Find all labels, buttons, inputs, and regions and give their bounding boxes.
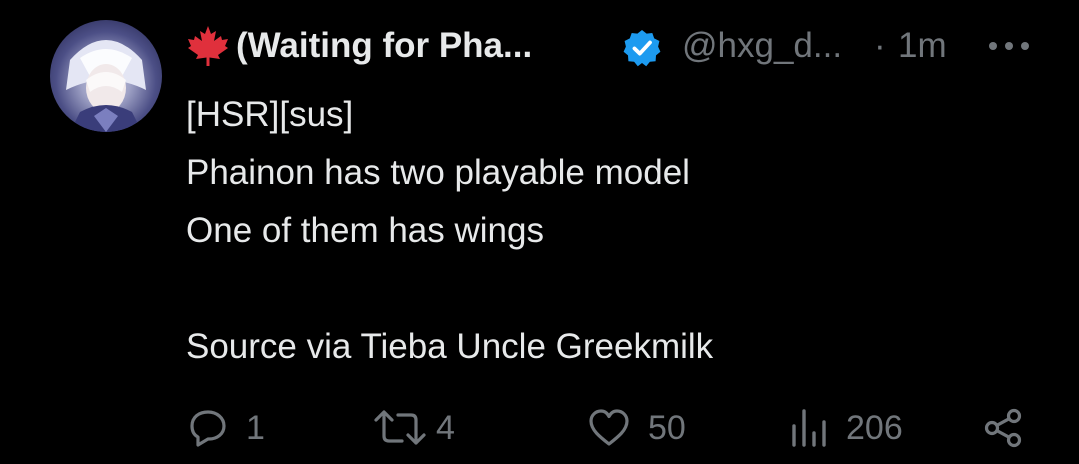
repost-icon xyxy=(374,410,426,445)
views-icon xyxy=(792,409,826,447)
tweet-text-line: Source via Tieba Uncle Greekmilk xyxy=(186,327,714,366)
tweet-actions: 1 4 50 206 xyxy=(186,400,1036,456)
avatar[interactable] xyxy=(50,20,162,132)
repost-count: 4 xyxy=(436,409,455,447)
tweet-text-line: [HSR][sus] xyxy=(186,95,354,134)
share-button[interactable] xyxy=(982,400,1030,456)
heart-icon xyxy=(589,409,629,446)
like-count: 50 xyxy=(648,409,686,447)
maple-leaf-icon xyxy=(188,26,228,66)
reply-button[interactable]: 1 xyxy=(186,400,296,456)
reply-count: 1 xyxy=(246,409,265,447)
views-button[interactable]: 206 xyxy=(788,400,928,456)
like-button[interactable]: 50 xyxy=(586,400,706,456)
author-handle[interactable]: @hxg_d... xyxy=(682,26,842,66)
tweet[interactable]: (Waiting for Pha... @hxg_d... · 1m [HSR]… xyxy=(0,0,1079,464)
timestamp[interactable]: 1m xyxy=(898,26,947,66)
repost-button[interactable]: 4 xyxy=(372,400,482,456)
share-icon xyxy=(984,408,1022,448)
tweet-text-line: One of them has wings xyxy=(186,211,544,250)
tweet-text: [HSR][sus] Phainon has two playable mode… xyxy=(186,86,1046,376)
author-display-name[interactable]: (Waiting for Pha... xyxy=(236,26,532,66)
tweet-header: (Waiting for Pha... @hxg_d... · 1m xyxy=(186,20,1046,70)
verified-badge-icon[interactable] xyxy=(622,28,662,68)
views-count: 206 xyxy=(846,409,903,447)
more-icon[interactable] xyxy=(986,34,1032,58)
separator-dot: · xyxy=(874,26,886,65)
reply-icon xyxy=(190,410,226,447)
tweet-text-line: Phainon has two playable model xyxy=(186,153,690,192)
avatar-image xyxy=(66,40,146,132)
tweet-text-line xyxy=(186,260,1046,318)
